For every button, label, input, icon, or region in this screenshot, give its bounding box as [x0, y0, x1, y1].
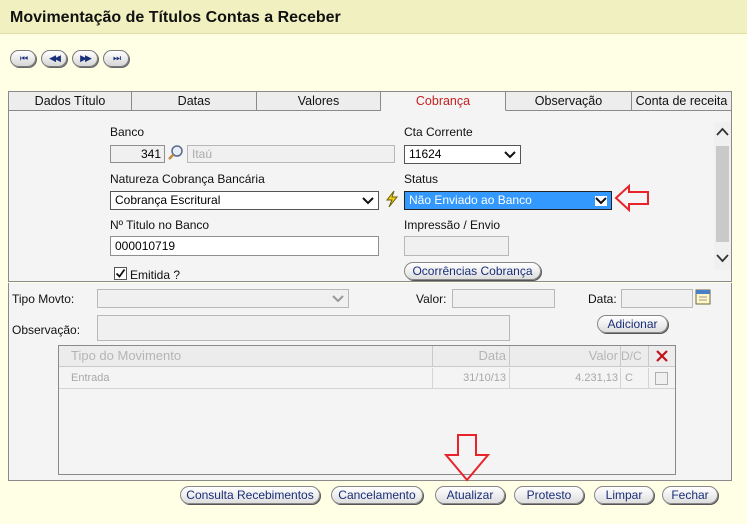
- observacao-textarea: [97, 315, 510, 341]
- chevron-down-icon: [504, 151, 516, 159]
- cta-corrente-label: Cta Corrente: [404, 125, 473, 139]
- grid-header-valor: Valor: [510, 346, 621, 367]
- status-label: Status: [404, 172, 439, 186]
- banco-name-field: Itaú: [187, 145, 395, 163]
- cta-corrente-value: 11624: [409, 147, 442, 161]
- impressao-envio-field: [404, 236, 509, 256]
- tab-conta-de-receita[interactable]: Conta de receita: [632, 91, 732, 111]
- numero-titulo-field[interactable]: 000010719: [110, 236, 379, 256]
- status-value: Não Enviado ao Banco: [409, 193, 532, 207]
- annotation-arrow-down-icon: [443, 433, 491, 486]
- status-select[interactable]: Não Enviado ao Banco: [404, 191, 612, 210]
- grid-header-dc: D/C: [621, 346, 649, 367]
- grid-row-checkbox[interactable]: [655, 372, 668, 385]
- chevron-down-icon: [362, 197, 374, 205]
- delete-x-icon[interactable]: [655, 349, 669, 363]
- fast-forward-icon: ▶▶: [80, 53, 92, 63]
- first-record-button[interactable]: ⏮: [10, 50, 36, 67]
- tab-bar: Dados Título Datas Valores Cobrança Obse…: [8, 91, 732, 111]
- title-bar: Movimentação de Títulos Contas a Receber: [0, 0, 747, 34]
- grid-cell-dc: C: [621, 368, 649, 389]
- cta-corrente-select[interactable]: 11624: [404, 145, 521, 164]
- search-icon[interactable]: [167, 144, 185, 165]
- next-record-button[interactable]: ▶▶: [72, 50, 98, 67]
- last-record-button[interactable]: ⏭: [103, 50, 129, 67]
- tab-cobranca[interactable]: Cobrança: [381, 91, 506, 111]
- banco-label: Banco: [110, 125, 145, 139]
- tab-observacao[interactable]: Observação: [506, 91, 632, 111]
- data-label: Data:: [588, 292, 617, 306]
- tab-datas[interactable]: Datas: [132, 91, 257, 111]
- last-icon: ⏭: [112, 53, 121, 63]
- lightning-icon[interactable]: [384, 190, 400, 211]
- valor-field: [452, 289, 555, 308]
- rewind-icon: ◀◀: [49, 53, 61, 63]
- panel-scrollbar[interactable]: [714, 122, 731, 270]
- protesto-button[interactable]: Protesto: [514, 486, 584, 504]
- banco-code-field[interactable]: 341: [110, 145, 165, 163]
- annotation-arrow-left-icon: [614, 183, 650, 216]
- first-icon: ⏮: [19, 53, 28, 63]
- tab-valores[interactable]: Valores: [257, 91, 381, 111]
- valor-label: Valor:: [416, 292, 447, 306]
- data-field: [621, 289, 693, 308]
- chevron-up-icon[interactable]: [714, 124, 731, 140]
- emitida-label: Emitida ?: [130, 268, 181, 282]
- movimentos-grid: Tipo do Movimento Data Valor D/C Entrada…: [58, 345, 676, 475]
- tab-dados-titulo[interactable]: Dados Título: [8, 91, 132, 111]
- scrollbar-thumb[interactable]: [716, 146, 729, 242]
- adicionar-button[interactable]: Adicionar: [597, 315, 668, 333]
- grid-cell-data: 31/10/13: [433, 368, 510, 389]
- grid-cell-valor: 4.231,13: [510, 368, 621, 389]
- natureza-select[interactable]: Cobrança Escritural: [110, 191, 379, 210]
- chevron-down-icon[interactable]: [714, 250, 731, 266]
- ocorrencias-cobranca-button[interactable]: Ocorrências Cobrança: [404, 262, 541, 280]
- atualizar-button[interactable]: Atualizar: [435, 486, 505, 504]
- previous-record-button[interactable]: ◀◀: [41, 50, 67, 67]
- observacao-label: Observação:: [12, 323, 81, 337]
- chevron-down-icon: [595, 196, 607, 206]
- grid-header-data: Data: [433, 346, 510, 367]
- checkmark-icon: [115, 268, 126, 278]
- grid-header-tipo: Tipo do Movimento: [59, 346, 433, 367]
- window-title: Movimentação de Títulos Contas a Receber: [10, 9, 341, 26]
- numero-titulo-label: Nº Titulo no Banco: [110, 218, 210, 232]
- tipo-movto-select[interactable]: [97, 289, 349, 308]
- cancelamento-button[interactable]: Cancelamento: [331, 486, 423, 504]
- emitida-checkbox[interactable]: [114, 267, 127, 280]
- grid-row-checkbox-cell: [649, 368, 675, 389]
- grid-header-delete: [649, 346, 675, 367]
- fechar-button[interactable]: Fechar: [662, 486, 718, 504]
- calendar-icon[interactable]: [695, 288, 711, 308]
- limpar-button[interactable]: Limpar: [594, 486, 654, 504]
- grid-cell-tipo: Entrada: [59, 368, 433, 389]
- impressao-envio-label: Impressão / Envio: [404, 218, 501, 232]
- natureza-value: Cobrança Escritural: [115, 193, 221, 207]
- chevron-down-icon: [332, 295, 344, 303]
- tipo-movto-label: Tipo Movto:: [12, 292, 75, 306]
- consulta-recebimentos-button[interactable]: Consulta Recebimentos: [180, 486, 320, 504]
- natureza-label: Natureza Cobrança Bancária: [110, 172, 265, 186]
